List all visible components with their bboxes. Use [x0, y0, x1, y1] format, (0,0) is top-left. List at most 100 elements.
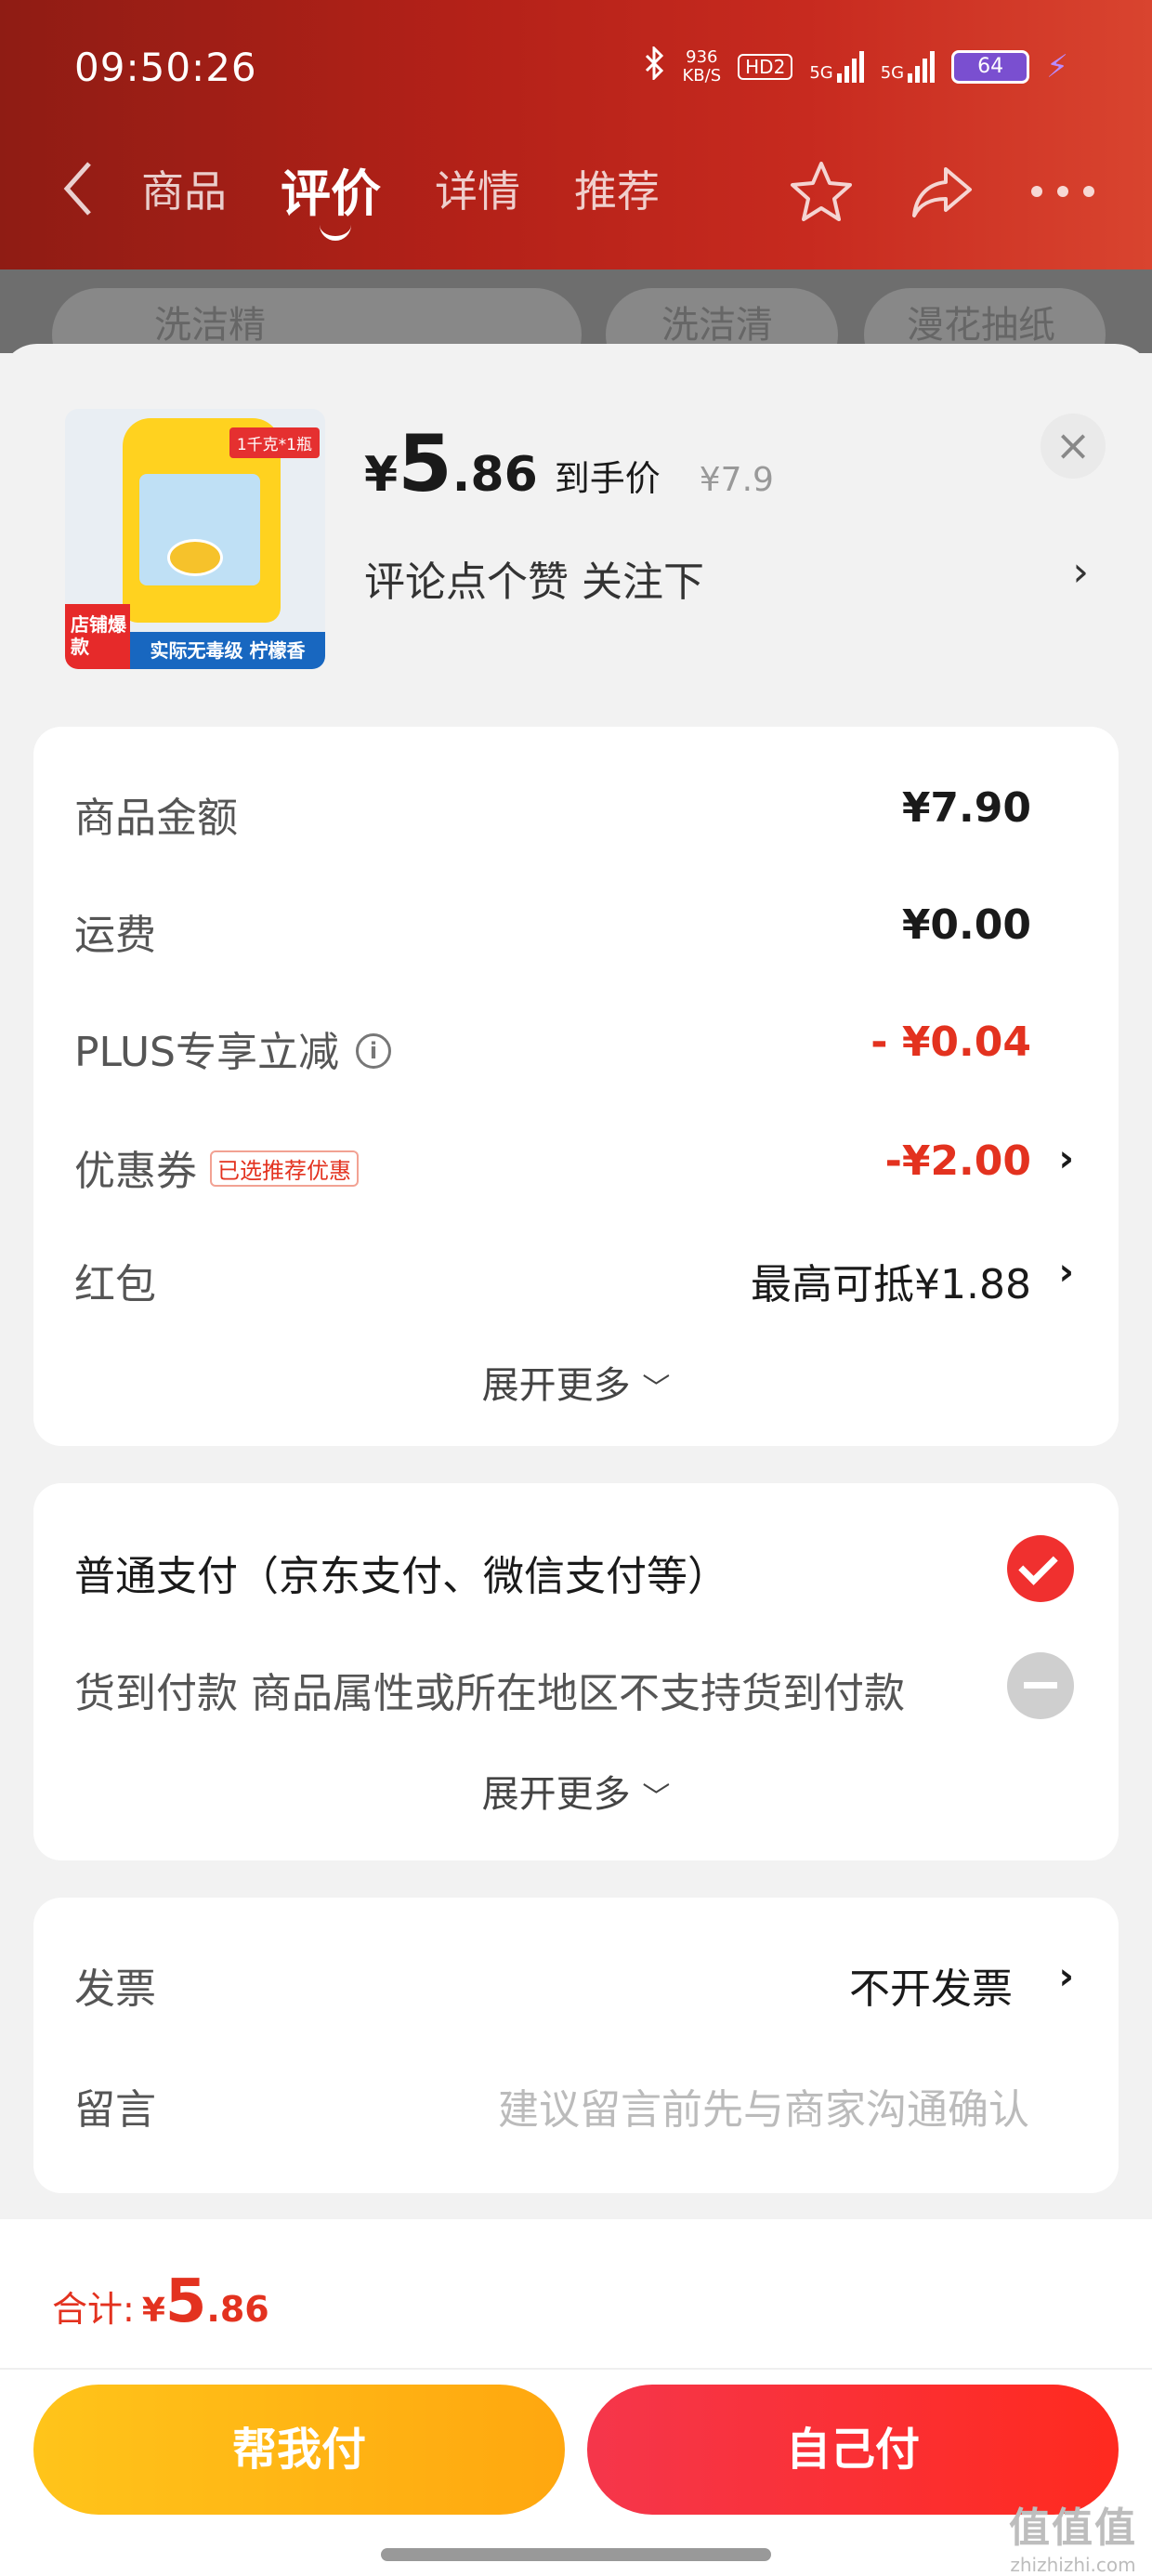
status-icons: 936 KB/S HD2 5G 5G 64 ⚡ — [643, 45, 1068, 86]
thumb-hot-badge: 店铺爆款 — [65, 604, 130, 669]
signal-1-label: 5G — [809, 62, 833, 83]
row-label: 商品金额 — [74, 795, 238, 842]
row-value: - ¥0.04 — [871, 1019, 1031, 1066]
payment-option-normal[interactable]: 普通支付（京东支付、微信支付等） — [74, 1535, 1074, 1602]
price-currency: ¥ — [364, 447, 399, 503]
hd-badge: HD2 — [738, 53, 793, 80]
row-goods-amount: 商品金额 ¥7.90 — [74, 784, 1074, 842]
row-value: ¥7.90 — [901, 784, 1031, 832]
bluetooth-icon — [643, 45, 665, 86]
thumb-strip: 实际无毒级 柠檬香 — [130, 632, 325, 669]
home-indicator[interactable] — [381, 2548, 771, 2561]
watermark-logo: 值值值 — [1009, 2504, 1137, 2552]
price-summary-card: 商品金额 ¥7.90 运费 ¥0.00 PLUS专享立减 i - ¥0.04 — [33, 727, 1119, 1136]
status-time: 09:50:26 — [74, 45, 257, 90]
payment-option-label: 货到付款 商品属性或所在地区不支持货到付款 — [74, 1670, 905, 1717]
total-currency: ¥ — [141, 2292, 165, 2330]
chevron-right-icon: › — [1058, 1251, 1074, 1294]
row-coupon[interactable]: 优惠券 已选推荐优惠 -¥2.00 › — [74, 1137, 1074, 1195]
original-price: ¥7.9 — [699, 461, 774, 499]
row-plus-discount: PLUS专享立减 i - ¥0.04 — [74, 1019, 1074, 1076]
more-icon[interactable] — [1029, 182, 1096, 201]
tab-reviews[interactable]: 评价 — [281, 152, 381, 241]
chevron-right-icon: › — [1058, 1137, 1074, 1180]
chevron-right-icon: › — [1072, 548, 1089, 596]
net-speed-unit: KB/S — [682, 65, 722, 85]
signal-1: 5G — [809, 50, 864, 83]
star-icon[interactable] — [788, 158, 855, 225]
expand-more-button[interactable]: 展开更多 ﹀ — [33, 1355, 1119, 1409]
price-decimal: .86 — [452, 447, 538, 503]
row-label: 优惠券 已选推荐优惠 — [74, 1137, 359, 1197]
net-speed-value: 936 — [686, 46, 718, 67]
payment-option-cod: 货到付款 商品属性或所在地区不支持货到付款 — [74, 1652, 1074, 1719]
row-label: 留言 — [74, 2086, 156, 2134]
charging-icon: ⚡ — [1046, 47, 1068, 85]
payment-option-label: 普通支付（京东支付、微信支付等） — [74, 1553, 728, 1600]
signal-bars-icon — [836, 50, 864, 83]
row-shipping: 运费 ¥0.00 — [74, 901, 1074, 959]
tab-recommend[interactable]: 推荐 — [574, 158, 660, 231]
battery-icon: 64 — [951, 49, 1030, 84]
chevron-down-icon: ﹀ — [642, 1373, 671, 1405]
signal-bars-icon — [908, 50, 936, 83]
row-message[interactable]: 留言 建议留言前先与商家沟通确认 — [74, 2076, 1074, 2134]
tab-details[interactable]: 详情 — [435, 158, 520, 231]
dimmed-chip-label: 洗洁精 — [154, 304, 266, 347]
back-icon[interactable] — [59, 158, 97, 233]
network-speed: 936 KB/S — [682, 46, 722, 85]
status-bar: 09:50:26 936 KB/S HD2 5G 5G 64 ⚡ — [0, 0, 1152, 139]
disabled-icon — [1007, 1652, 1074, 1719]
row-red-packet[interactable]: 红包 最高可抵¥1.88 › — [74, 1251, 1074, 1308]
price-line: ¥ 5 .86 到手价 ¥7.9 — [364, 418, 774, 509]
row-invoice[interactable]: 发票 不开发票 › — [74, 1955, 1074, 2013]
dimmed-chip-label: 漫花抽纸 — [907, 304, 1055, 347]
dimmed-chip-label: 洗洁清 — [661, 304, 773, 347]
tab-product[interactable]: 商品 — [141, 158, 227, 231]
row-value: 最高可抵¥1.88 — [751, 1261, 1031, 1308]
watermark: 值值值 zhizhizhi.com — [1009, 2494, 1137, 2576]
row-label: 发票 — [74, 1965, 156, 2013]
price-label: 到手价 — [554, 458, 661, 499]
info-icon[interactable]: i — [356, 1033, 391, 1069]
payment-card: 普通支付（京东支付、微信支付等） 货到付款 商品属性或所在地区不支持货到付款 展… — [33, 1483, 1119, 1860]
row-label: 运费 — [74, 912, 156, 959]
thumb-tag: 1千克*1瓶 — [229, 427, 320, 458]
close-icon: × — [1054, 420, 1092, 470]
follow-text: 评论点个赞 关注下 — [364, 559, 704, 606]
product-header: 1千克*1瓶 店铺爆款 实际无毒级 柠檬香 ¥ 5 .86 到手价 ¥7.9 ×… — [0, 344, 1152, 706]
share-icon[interactable] — [909, 158, 975, 225]
checked-icon[interactable] — [1007, 1535, 1074, 1602]
extra-card: 发票 不开发票 › 留言 建议留言前先与商家沟通确认 — [33, 1898, 1119, 2193]
chevron-right-icon: › — [1058, 1955, 1074, 1998]
total-integer: 5 — [164, 2267, 207, 2336]
row-value: ¥0.00 — [901, 901, 1031, 949]
lemon-shape — [167, 539, 223, 576]
signal-2: 5G — [880, 50, 936, 83]
close-button[interactable]: × — [1041, 414, 1106, 479]
message-input[interactable]: 建议留言前先与商家沟通确认 — [498, 2076, 1029, 2136]
expand-more-label: 展开更多 — [481, 1773, 631, 1816]
row-label: PLUS专享立减 i — [74, 1019, 391, 1078]
total-decimal: .86 — [206, 2289, 269, 2330]
total-label: 合计: — [52, 2289, 135, 2330]
row-value: 不开发票 — [849, 1965, 1013, 2013]
price-integer: 5 — [398, 418, 452, 509]
nav-tabs: 商品 评价 详情 推荐 — [141, 158, 660, 241]
expand-more-button[interactable]: 展开更多 ﹀ — [33, 1764, 1119, 1818]
nav-actions — [788, 158, 1096, 225]
help-pay-button[interactable]: 帮我付 — [33, 2385, 565, 2515]
total-price: 合计: ¥ 5 .86 — [52, 2267, 269, 2336]
row-value: -¥2.00 — [884, 1137, 1031, 1185]
bottom-bar: 合计: ¥ 5 .86 帮我付 自己付 值值值 zhizhizhi.com — [0, 2219, 1152, 2576]
divider — [0, 2368, 1152, 2370]
price-summary-card-lower: 优惠券 已选推荐优惠 -¥2.00 › 红包 最高可抵¥1.88 › 展开更多 ﹀ — [33, 1087, 1119, 1446]
coupon-label: 优惠券 — [74, 1148, 197, 1195]
chevron-down-icon: ﹀ — [642, 1781, 671, 1814]
expand-more-label: 展开更多 — [481, 1364, 631, 1407]
plus-label: PLUS专享立减 — [74, 1029, 339, 1076]
row-label: 红包 — [74, 1261, 156, 1308]
signal-2-label: 5G — [880, 62, 905, 83]
follow-row[interactable]: 评论点个赞 关注下 › — [364, 548, 1089, 608]
product-thumbnail: 1千克*1瓶 店铺爆款 实际无毒级 柠檬香 — [65, 409, 325, 669]
